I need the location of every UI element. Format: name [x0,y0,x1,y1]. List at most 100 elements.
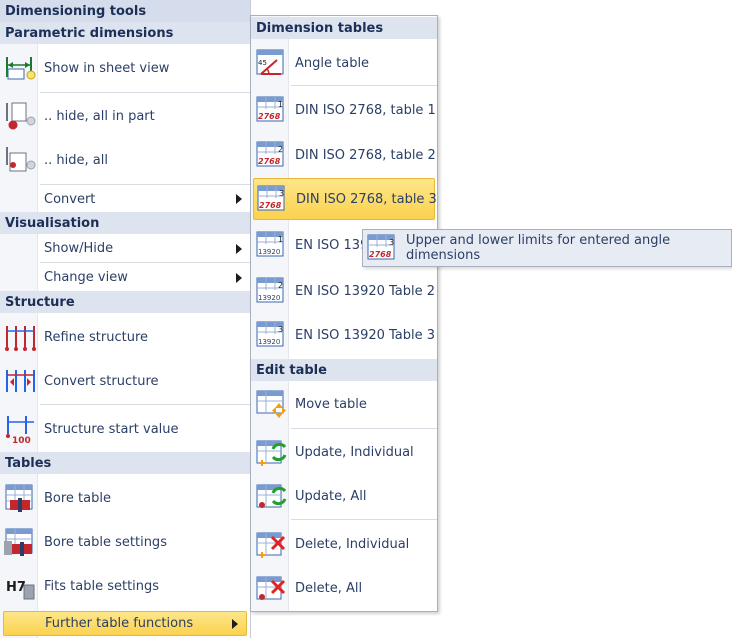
menu-item-label: Convert structure [44,373,159,389]
menu-item-label: EN ISO 13920 Table 3 [295,327,436,343]
table-number-text: 3 [279,189,284,198]
din-code-text: 2768 [258,157,281,166]
menu-item-label: Further table functions [45,616,194,631]
menu-item-show-hide[interactable]: Show/Hide [0,235,250,262]
separator [40,262,250,263]
table-number-text: 1 [278,100,283,109]
menu-item-en-iso-13920-table-2[interactable]: 2 13920 EN ISO 13920 Table 2 [251,269,437,313]
table-number-text: 2 [278,281,283,290]
bore-table-settings-icon [4,527,38,557]
menu-item-label: Move table [295,396,367,412]
din-table-1-icon: 1 2768 [255,95,289,125]
menu-item-label: Structure start value [44,421,179,437]
menu-item-label: Change view [44,270,128,285]
menu-item-update-individual[interactable]: Update, Individual [251,430,437,474]
menu-item-hide-all-in-part[interactable]: .. hide, all in part [0,94,250,138]
refine-structure-icon [4,322,38,352]
menu-item-label: .. hide, all [44,152,108,168]
delete-all-icon [255,573,289,603]
menu-item-label: Show in sheet view [44,60,170,76]
menu-item-convert[interactable]: Convert [0,186,250,212]
update-individual-icon [255,437,289,467]
move-table-icon [255,389,289,419]
en-code-text: 13920 [258,294,280,302]
menu-item-angle-table[interactable]: 45 Angle table [251,41,437,85]
menu-item-move-table[interactable]: Move table [251,382,437,426]
menu-item-label: Update, Individual [295,444,414,460]
menu-item-label: Convert [44,191,96,207]
submenu-arrow-icon [232,618,238,629]
separator [291,85,437,86]
section-structure: Structure [0,291,250,313]
en-table-1-icon: 1 13920 [255,230,289,260]
din-code-text: 2768 [258,112,281,121]
sub-menu-further-table-functions: Dimension tables 45 Angle table 1 2768 D… [250,15,438,612]
din-table-2-icon: 2 2768 [255,140,289,170]
start-value-text: 100 [12,436,31,444]
separator [40,404,250,405]
separator [291,519,437,520]
menu-item-din-iso-2768-table-1[interactable]: 1 2768 DIN ISO 2768, table 1 [251,88,437,132]
din-code-text: 2768 [259,201,282,210]
menu-item-label: Delete, All [295,580,363,596]
fits-table-settings-icon: H7 [4,571,38,601]
section-edit-table: Edit table [251,359,437,381]
menu-item-label: Bore table settings [44,534,167,550]
menu-item-label: Update, All [295,488,367,504]
menu-item-din-iso-2768-table-2[interactable]: 2 2768 DIN ISO 2768, table 2 [251,133,437,177]
separator [40,92,250,93]
en-table-2-icon: 2 13920 [255,276,289,306]
hide-all-icon [4,145,38,175]
menu-item-change-view[interactable]: Change view [0,264,250,291]
menu-item-label: EN ISO 13920 Table 2 [295,283,436,299]
menu-item-din-iso-2768-table-3[interactable]: 3 2768 DIN ISO 2768, table 3 [253,178,437,220]
separator [291,428,437,429]
menu-item-label: Bore table [44,490,111,506]
table-number-text: 3 [389,238,394,247]
section-tables: Tables [0,452,250,474]
menu-item-bore-table[interactable]: Bore table [0,476,250,520]
submenu-arrow-icon [236,272,242,283]
menu-item-further-table-functions[interactable]: Further table functions [3,611,247,636]
fits-text: H7 [6,580,26,595]
menu-item-delete-individual[interactable]: Delete, Individual [251,522,437,566]
menu-item-label: DIN ISO 2768, table 1 [295,102,436,118]
structure-start-value-icon: 100 [4,414,38,444]
menu-item-delete-all[interactable]: Delete, All [251,566,437,610]
menu-item-label: DIN ISO 2768, table 3 [296,191,437,207]
menu-item-label: DIN ISO 2768, table 2 [295,147,436,163]
table-number-text: 3 [278,325,283,334]
angle-table-icon: 45 [255,48,289,78]
menu-item-bore-table-settings[interactable]: Bore table settings [0,520,250,564]
en-table-3-icon: 3 13920 [255,320,289,350]
section-parametric-dimensions: Parametric dimensions [0,22,250,44]
delete-individual-icon [255,529,289,559]
menu-item-label: .. hide, all in part [44,108,155,124]
submenu-arrow-icon [236,243,242,254]
menu-item-refine-structure[interactable]: Refine structure [0,315,250,359]
menu-item-fits-table-settings[interactable]: H7 Fits table settings [0,564,250,608]
menu-item-update-all[interactable]: Update, All [251,474,437,518]
convert-structure-icon [4,366,38,396]
angle-text: 45 [258,59,267,67]
menu-title: Dimensioning tools [0,0,250,22]
din-table-3-icon: 3 2768 [366,233,400,263]
tooltip-text: Upper and lower limits for entered angle… [406,233,671,263]
section-dimension-tables: Dimension tables [251,17,437,39]
en-code-text: 13920 [258,338,280,346]
menu-item-hide-all[interactable]: .. hide, all [0,138,250,182]
menu-item-show-in-sheet-view[interactable]: Show in sheet view [0,46,250,90]
menu-item-label: Fits table settings [44,578,160,594]
update-all-icon [255,481,289,511]
separator [40,184,250,185]
tooltip: 3 2768 Upper and lower limits for entere… [362,229,732,267]
menu-item-convert-structure[interactable]: Convert structure [0,359,250,403]
section-visualisation: Visualisation [0,212,250,234]
menu-item-en-iso-13920-table-3[interactable]: 3 13920 EN ISO 13920 Table 3 [251,313,437,357]
hide-in-part-icon [4,101,38,131]
dimension-show-icon [4,53,38,83]
table-number-text: 2 [278,145,283,154]
menu-item-label: Refine structure [44,329,148,345]
submenu-arrow-icon [236,194,242,204]
menu-item-structure-start-value[interactable]: 100 Structure start value [0,406,250,452]
